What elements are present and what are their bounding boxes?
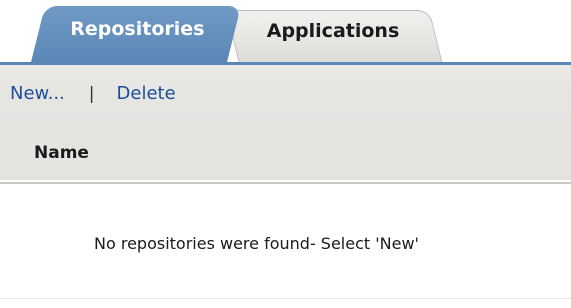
delete-button[interactable]: Delete [117,83,176,104]
column-header-name[interactable]: Name [34,143,89,163]
toolbar-panel: New... | Delete Name [0,62,571,184]
tab-repositories-label: Repositories [70,18,205,40]
repository-manager: Applications Repositories New... | Delet… [0,0,571,308]
toolbar: New... | Delete [10,83,176,104]
tab-applications[interactable]: Applications [225,10,443,62]
tab-strip: Applications Repositories [0,0,571,62]
toolbar-separator: | [88,83,95,104]
new-button[interactable]: New... [10,83,65,104]
tab-applications-label: Applications [266,20,400,42]
tab-repositories[interactable]: Repositories [31,6,241,62]
bottom-divider [0,298,571,299]
header-divider [0,182,571,184]
empty-state-message: No repositories were found- Select 'New' [94,234,419,253]
